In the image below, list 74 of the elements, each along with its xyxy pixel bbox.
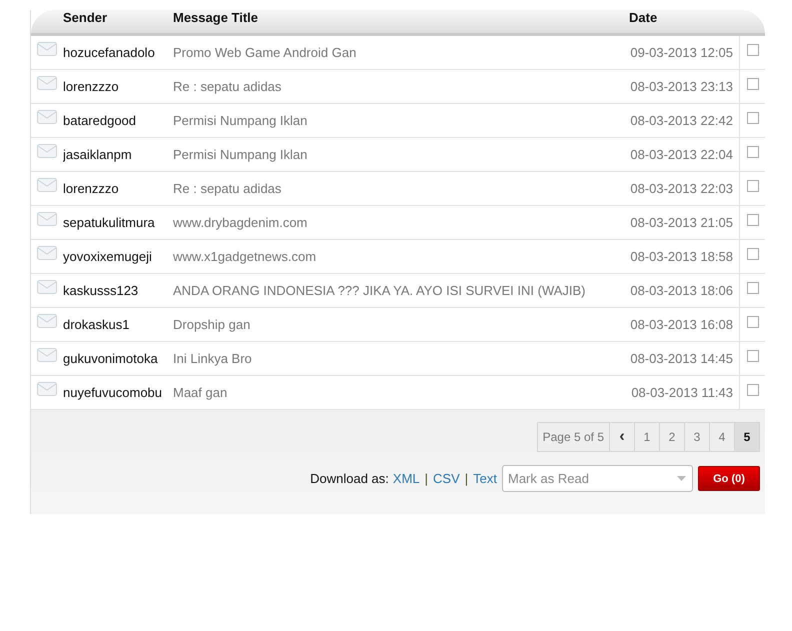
message-title[interactable]: www.drybagdenim.com: [173, 215, 629, 230]
previous-page-button[interactable]: ‹: [609, 422, 635, 452]
row-checkbox[interactable]: [746, 146, 758, 158]
message-date: 08-03-2013 14:45: [629, 351, 734, 366]
sender-name[interactable]: bataredgood: [63, 113, 173, 128]
dropdown-caret-icon: [677, 476, 686, 481]
sender-name[interactable]: sepatukulitmura: [63, 215, 173, 230]
row-checkbox[interactable]: [746, 248, 758, 260]
row-checkbox[interactable]: [746, 384, 758, 396]
page-button[interactable]: 1: [634, 422, 660, 452]
sender-name[interactable]: hozucefanadolo: [63, 45, 173, 60]
sender-name[interactable]: kaskusss123: [63, 283, 173, 298]
row-checkbox[interactable]: [746, 78, 758, 90]
download-link[interactable]: XML: [392, 471, 420, 486]
envelope-icon: [37, 212, 57, 226]
download-label: Download as:: [310, 471, 389, 486]
page-indicator: Page 5 of 5: [536, 422, 610, 452]
message-title[interactable]: Dropship gan: [173, 317, 629, 332]
message-title[interactable]: www.x1gadgetnews.com: [173, 249, 629, 264]
row-checkbox[interactable]: [746, 112, 758, 124]
message-date: 09-03-2013 12:05: [629, 45, 734, 60]
message-title[interactable]: Promo Web Game Android Gan: [173, 45, 629, 60]
message-title[interactable]: ANDA ORANG INDONESIA ??? JIKA YA. AYO ISI SURVEI INI (WAJIB): [173, 283, 629, 298]
column-header: Sender: [63, 10, 108, 25]
row-checkbox[interactable]: [746, 282, 758, 294]
sender-name[interactable]: gukuvonimotoka: [63, 351, 173, 366]
column-header: Date: [629, 10, 658, 25]
sender-name[interactable]: nuyefuvucomobu: [63, 385, 173, 400]
page-button[interactable]: 3: [684, 422, 710, 452]
message-date: 08-03-2013 18:58: [629, 249, 734, 264]
envelope-icon: [37, 348, 57, 362]
sender-name[interactable]: drokaskus1: [63, 317, 173, 332]
row-checkbox[interactable]: [746, 180, 758, 192]
row-checkbox[interactable]: [746, 350, 758, 362]
sender-name[interactable]: lorenzzzo: [63, 79, 173, 94]
message-title[interactable]: Re : sepatu adidas: [173, 181, 629, 196]
message-title[interactable]: Permisi Numpang Iklan: [173, 147, 629, 162]
page-button[interactable]: 5: [734, 422, 760, 452]
page-button[interactable]: 4: [709, 422, 735, 452]
action-dropdown[interactable]: Mark as Read: [502, 465, 693, 492]
message-date: 08-03-2013 11:43: [630, 385, 734, 400]
message-date: 08-03-2013 22:42: [629, 113, 734, 128]
row-checkbox[interactable]: [746, 316, 758, 328]
message-date: 08-03-2013 23:13: [629, 79, 734, 94]
envelope-icon: [37, 246, 57, 260]
envelope-icon: [37, 280, 57, 294]
envelope-icon: [37, 110, 57, 124]
sender-name[interactable]: lorenzzzo: [63, 181, 173, 196]
sender-name[interactable]: jasaiklanpm: [63, 147, 173, 162]
message-date: 08-03-2013 22:04: [629, 147, 734, 162]
envelope-icon: [37, 178, 57, 192]
column-header: Message Title: [173, 10, 260, 25]
message-title[interactable]: Ini Linkya Bro: [173, 351, 629, 366]
message-title[interactable]: Permisi Numpang Iklan: [173, 113, 629, 128]
row-checkbox[interactable]: [746, 44, 758, 56]
message-title[interactable]: Maaf gan: [173, 385, 629, 400]
go-button[interactable]: Go (0): [698, 466, 760, 491]
page-button[interactable]: 2: [659, 422, 685, 452]
envelope-icon: [37, 382, 57, 396]
envelope-icon: [37, 144, 57, 158]
envelope-icon: [37, 76, 57, 90]
download-link[interactable]: CSV: [433, 471, 460, 486]
envelope-icon: [37, 314, 57, 328]
message-date: 08-03-2013 21:05: [629, 215, 734, 230]
envelope-icon: [37, 42, 57, 56]
message-date: 08-03-2013 18:06: [629, 283, 734, 298]
separator: |: [424, 471, 428, 486]
separator: |: [464, 471, 468, 486]
message-date: 08-03-2013 22:03: [629, 181, 734, 196]
message-title[interactable]: Re : sepatu adidas: [173, 79, 629, 94]
message-date: 08-03-2013 16:08: [629, 317, 734, 332]
sender-name[interactable]: yovoxixemugeji: [63, 249, 173, 264]
download-link[interactable]: Text: [473, 471, 497, 486]
row-checkbox[interactable]: [746, 214, 758, 226]
